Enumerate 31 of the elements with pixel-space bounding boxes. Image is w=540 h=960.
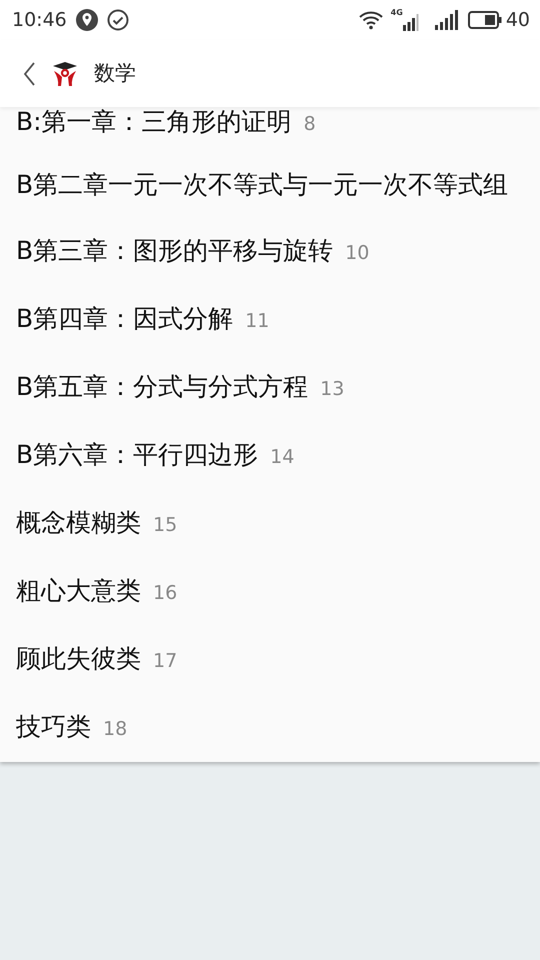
item-count: 8: [304, 113, 316, 135]
item-count: 18: [103, 718, 128, 740]
signal-icon: [434, 10, 460, 30]
location-pin-icon: [74, 8, 99, 32]
item-title[interactable]: 顾此失彼类: [16, 644, 141, 673]
item-title[interactable]: B第二章一元一次不等式与一元一次不等式组: [16, 170, 508, 199]
item-title[interactable]: 技巧类: [16, 712, 91, 741]
status-time: 10:46: [12, 8, 67, 33]
item-title[interactable]: B:第一章：三角形的证明: [16, 107, 292, 136]
network-type-label: 4G: [390, 9, 403, 17]
item-title[interactable]: B第六章：平行四边形: [16, 440, 258, 469]
item-title[interactable]: 粗心大意类: [16, 576, 141, 605]
item-title[interactable]: B第三章：图形的平移与旋转: [16, 236, 334, 265]
signal-icon: [402, 13, 419, 31]
item-count: 15: [153, 514, 178, 536]
item-count: 16: [153, 582, 178, 604]
logo-icon: [52, 60, 78, 86]
item-title[interactable]: B第四章：因式分解: [16, 304, 234, 333]
item-count: 13: [320, 378, 344, 400]
item-title[interactable]: B第五章：分式与分式方程: [16, 372, 308, 401]
item-count: 10: [345, 242, 370, 264]
battery-percent: 40: [506, 8, 530, 33]
item-count: 11: [245, 310, 270, 332]
item-title[interactable]: 概念模糊类: [16, 508, 141, 537]
wifi-icon: [358, 10, 383, 30]
item-count: 14: [270, 446, 294, 468]
item-count: 17: [153, 650, 178, 672]
page-title: 数学: [94, 60, 136, 87]
check-circle-icon: [106, 9, 129, 31]
back-icon[interactable]: [22, 60, 36, 86]
battery-icon: [468, 11, 502, 29]
